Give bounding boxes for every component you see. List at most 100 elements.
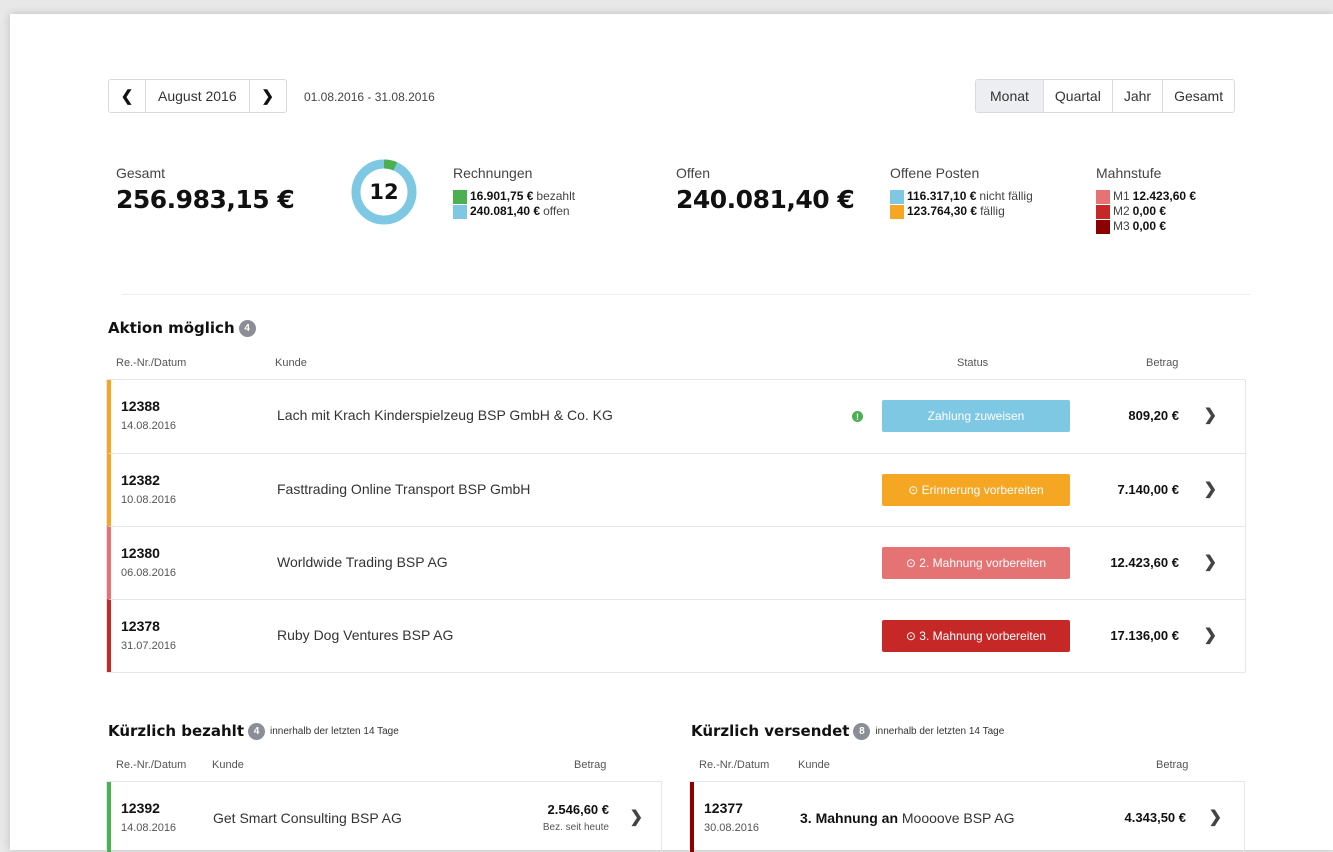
mahnung-description: 3. Mahnung an Moooove BSP AG [800, 810, 1015, 826]
aktion-count-badge: 4 [238, 319, 256, 337]
invoice-date: 14.08.2016 [121, 420, 177, 432]
legend-bezahlt: 16.901,75 € bezahlt [453, 189, 575, 204]
invoice-number: 12382 [121, 472, 160, 488]
list-item[interactable]: 12392 14.08.2016 Get Smart Consulting BS… [107, 782, 661, 852]
list-item[interactable]: 12377 30.08.2016 3. Mahnung an Moooove B… [690, 782, 1244, 852]
chevron-right-icon[interactable]: ❯ [1204, 625, 1217, 645]
col-header-betrag: Betrag [1146, 357, 1179, 369]
customer-name: Ruby Dog Ventures BSP AG [277, 627, 454, 643]
col-header-kunde: Kunde [798, 759, 830, 771]
rechnungen-label: Rechnungen [453, 165, 533, 181]
exclamation-icon: ! [852, 411, 863, 422]
chevron-right-icon[interactable]: ❯ [630, 807, 643, 827]
rechnungen-legend: 16.901,75 € bezahlt 240.081,40 € offen [453, 189, 575, 219]
table-row[interactable]: 12378 31.07.2016 Ruby Dog Ventures BSP A… [107, 599, 1245, 672]
legend-m3: M3 0,00 € [1096, 219, 1199, 234]
amount: 809,20 € [1128, 408, 1179, 423]
table-row[interactable]: 12380 06.08.2016 Worldwide Trading BSP A… [107, 526, 1245, 599]
invoice-date: 10.08.2016 [121, 494, 177, 506]
swatch-bezahlt [453, 189, 467, 204]
dashboard-card: ❮ August 2016 ❯ 01.08.2016 - 31.08.2016 … [10, 14, 1333, 852]
customer-name: Lach mit Krach Kinderspielzeug BSP GmbH … [277, 407, 613, 423]
swatch-nicht-faellig [890, 189, 904, 204]
swatch-faellig [890, 204, 904, 219]
col-header-kunde: Kunde [275, 357, 307, 369]
chevron-right-icon[interactable]: ❯ [1209, 807, 1222, 827]
mahnstufe-legend: M1 12.423,60 € M2 0,00 € M3 0,00 € [1096, 189, 1199, 234]
invoice-number: 12377 [704, 800, 743, 816]
chevron-left-icon[interactable]: ❮ [109, 80, 145, 112]
col-header-betrag: Betrag [1156, 759, 1189, 771]
legend-offen: 240.081,40 € offen [453, 204, 575, 219]
tab-monat[interactable]: Monat [976, 80, 1043, 112]
mahnung-3-vorbereiten-button[interactable]: ⊙ 3. Mahnung vorbereiten [882, 620, 1070, 652]
legend-m2: M2 0,00 € [1096, 204, 1199, 219]
gesamt-label: Gesamt [116, 165, 166, 181]
divider [122, 294, 1250, 295]
bezahlt-note: innerhalb der letzten 14 Tage [270, 725, 399, 737]
chevron-right-icon[interactable]: ❯ [1204, 552, 1217, 572]
gesamt-value: 256.983,15 € [116, 185, 295, 214]
invoice-date: 06.08.2016 [121, 567, 177, 579]
invoice-count: 12 [369, 180, 399, 204]
versendet-list: 12377 30.08.2016 3. Mahnung an Moooove B… [689, 781, 1245, 852]
versendet-title: Kürzlich versendet 8 innerhalb der letzten… [691, 722, 1005, 740]
paid-since: Bez. seit heute [542, 822, 609, 833]
month-navigator: ❮ August 2016 ❯ [108, 79, 287, 113]
table-row[interactable]: 12382 10.08.2016 Fasttrading Online Tran… [107, 453, 1245, 526]
period-tabs: Monat Quartal Jahr Gesamt [975, 79, 1236, 113]
tab-quartal[interactable]: Quartal [1042, 80, 1112, 112]
tab-gesamt[interactable]: Gesamt [1162, 80, 1234, 112]
col-header-betrag: Betrag [574, 759, 607, 771]
mahnung-2-vorbereiten-button[interactable]: ⊙ 2. Mahnung vorbereiten [882, 547, 1070, 579]
chevron-right-icon[interactable]: ❯ [250, 80, 286, 112]
swatch-m3 [1096, 219, 1110, 234]
versendet-note: innerhalb der letzten 14 Tage [875, 725, 1005, 737]
bezahlt-count-badge: 4 [248, 722, 265, 740]
offen-label: Offen [676, 165, 710, 181]
chevron-right-icon[interactable]: ❯ [1204, 479, 1217, 499]
bezahlt-list: 12392 14.08.2016 Get Smart Consulting BS… [106, 781, 662, 852]
amount: 2.546,60 € [547, 802, 609, 817]
legend-faellig: 123.764,30 € fällig [890, 204, 1033, 219]
tab-jahr[interactable]: Jahr [1111, 80, 1162, 112]
swatch-offen [453, 204, 467, 219]
invoice-date: 14.08.2016 [121, 822, 177, 834]
col-header-kunde: Kunde [212, 759, 244, 771]
offen-value: 240.081,40 € [676, 185, 855, 214]
offene-posten-label: Offene Posten [890, 165, 980, 181]
offene-posten-legend: 116.317,10 € nicht fällig 123.764,30 € fäl… [890, 189, 1033, 219]
table-row[interactable]: 12388 14.08.2016 Lach mit Krach Kindersp… [107, 380, 1245, 453]
col-header-nr: Re.-Nr./Datum [699, 759, 770, 771]
col-header-nr: Re.-Nr./Datum [116, 759, 187, 771]
month-label[interactable]: August 2016 [145, 80, 250, 112]
aktion-table: 12388 14.08.2016 Lach mit Krach Kindersp… [106, 379, 1246, 673]
col-header-status: Status [957, 357, 989, 369]
chevron-right-icon[interactable]: ❯ [1204, 405, 1217, 425]
invoice-date: 31.07.2016 [121, 640, 177, 652]
amount: 12.423,60 € [1110, 555, 1179, 570]
customer-name: Fasttrading Online Transport BSP GmbH [277, 481, 531, 497]
invoice-number: 12378 [121, 618, 160, 634]
invoice-number: 12380 [121, 545, 160, 561]
legend-m1: M1 12.423,60 € [1096, 189, 1199, 204]
legend-nicht-faellig: 116.317,10 € nicht fällig [890, 189, 1033, 204]
swatch-m2 [1096, 204, 1110, 219]
bezahlt-title: Kürzlich bezahlt 4 innerhalb der letzten 1… [108, 722, 399, 740]
customer-name: Get Smart Consulting BSP AG [213, 810, 402, 826]
zahlung-zuweisen-button[interactable]: Zahlung zuweisen [882, 400, 1070, 432]
col-header-nr: Re.-Nr./Datum [116, 357, 187, 369]
date-range: 01.08.2016 - 31.08.2016 [304, 90, 435, 104]
swatch-m1 [1096, 189, 1110, 204]
invoice-number: 12392 [121, 800, 160, 816]
amount: 4.343,50 € [1124, 810, 1186, 825]
amount: 7.140,00 € [1117, 482, 1179, 497]
customer-name: Worldwide Trading BSP AG [277, 554, 448, 570]
invoice-number: 12388 [121, 398, 160, 414]
versendet-count-badge: 8 [853, 722, 871, 740]
aktion-title: Aktion möglich 4 [108, 319, 256, 337]
amount: 17.136,00 € [1110, 628, 1179, 643]
invoice-date: 30.08.2016 [704, 822, 760, 834]
erinnerung-vorbereiten-button[interactable]: ⊙ Erinnerung vorbereiten [882, 474, 1070, 506]
mahnstufe-label: Mahnstufe [1096, 165, 1162, 181]
